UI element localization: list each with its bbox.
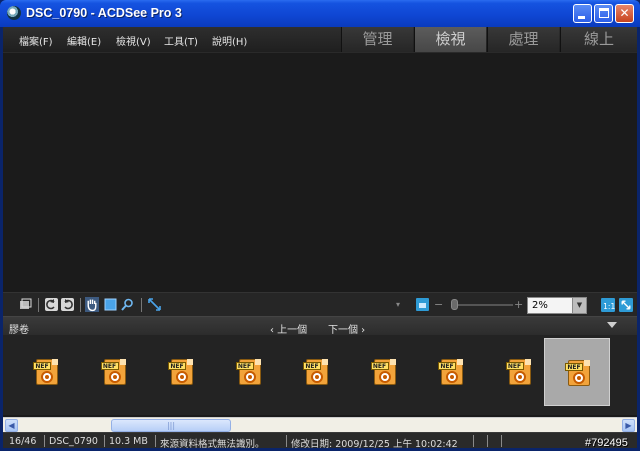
thumbnail-item[interactable]: NEF [351,338,417,406]
nef-file-icon: NEF [168,359,194,387]
file-type-label: NEF [438,362,456,370]
fit-window-icon[interactable] [619,298,633,312]
close-icon: ✕ [619,6,630,20]
app-window: 檔案(F) 編輯(E) 檢視(V) 工具(T) 說明(H) 管理 檢視 處理 線… [3,27,637,450]
actual-size-icon[interactable]: 1:1 [601,298,615,312]
status-divider [473,435,474,447]
zoom-slider-track[interactable] [455,304,513,306]
nef-file-icon: NEF [370,359,397,387]
menu-view[interactable]: 檢視(V) [116,33,151,48]
nef-file-icon: NEF [505,359,532,387]
triangle-down-icon[interactable] [607,322,617,328]
minimize-icon [578,16,585,19]
watermark-text: #792495 [585,437,628,449]
zoom-out-button[interactable]: − [434,298,443,311]
filmstrip-scrollbar[interactable]: ◀ ||| ▶ [3,417,637,432]
menu-bar: 檔案(F) 編輯(E) 檢視(V) 工具(T) 說明(H) 管理 檢視 處理 線… [3,27,637,52]
image-viewer[interactable] [3,52,637,292]
zoom-tool-icon[interactable] [121,298,134,311]
file-type-label: NEF [303,362,321,370]
status-position: 16/46 [9,436,37,447]
zoom-slider-handle[interactable] [451,299,458,310]
thumbnail-item[interactable]: NEF [544,338,610,406]
menu-help[interactable]: 說明(H) [212,33,247,48]
nef-file-icon: NEF [33,359,59,387]
maximize-icon [599,8,609,18]
toolbar-divider [80,298,81,312]
scroll-left-button[interactable]: ◀ [5,419,18,432]
file-type-label: NEF [100,362,119,370]
window-titlebar: DSC_0790 - ACDSee Pro 3 ✕ [0,0,640,27]
tab-manage[interactable]: 管理 [341,27,413,52]
close-button[interactable]: ✕ [615,4,634,23]
select-tool-icon[interactable] [104,298,117,311]
filmstrip-view-icon[interactable] [19,298,32,311]
zoom-level-value: 2% [532,300,548,311]
thumbnail-item[interactable]: NEF [216,338,282,406]
status-divider [155,435,156,447]
status-filename: DSC_0790 [49,436,98,447]
file-type-label: NEF [505,362,524,370]
tab-process[interactable]: 處理 [487,27,559,52]
thumbnail-item[interactable]: NEF [81,338,147,406]
filmstrip-thumbnails: NEF NEF NEF NEF NEF NEF NEF NEF NEF [3,335,637,415]
file-type-label: NEF [370,362,389,370]
status-divider [44,435,45,447]
thumbnail-item[interactable]: NEF [148,338,214,406]
more-options-arrow[interactable]: ▾ [396,300,400,309]
status-message: 來源資料格式無法識別。 [160,439,265,450]
zoom-lock-icon[interactable] [416,298,429,311]
toolbar-divider [38,298,39,312]
window-title: DSC_0790 - ACDSee Pro 3 [26,6,182,20]
fit-icon[interactable] [148,298,161,311]
filmstrip-title: 膠卷 [9,325,29,336]
next-button[interactable]: 下一個 › [328,321,365,336]
status-modified-date: 修改日期: 2009/12/25 上午 10:02:42 [291,439,458,450]
acdsee-app-icon[interactable] [7,6,21,20]
scroll-right-button[interactable]: ▶ [622,419,635,432]
tab-online[interactable]: 線上 [560,27,637,52]
file-type-label: NEF [168,362,186,370]
rotate-right-icon[interactable] [61,298,74,311]
menu-tools[interactable]: 工具(T) [164,33,198,48]
nef-file-icon: NEF [303,359,329,387]
zoom-dropdown-button[interactable]: ▼ [572,298,586,313]
thumbnail-item[interactable]: NEF [486,338,552,406]
previous-button[interactable]: ‹ 上一個 [270,321,307,336]
filmstrip-header: 膠卷 ‹ 上一個 下一個 › [3,316,637,336]
hand-tool-icon[interactable] [85,297,99,312]
svg-text:1:1: 1:1 [603,302,615,311]
scrollbar-thumb[interactable]: ||| [111,419,231,432]
zoom-in-button[interactable]: + [514,298,523,311]
status-divider [104,435,105,447]
toolbar-divider [141,298,142,312]
menu-file[interactable]: 檔案(F) [19,33,53,48]
file-type-label: NEF [565,363,583,371]
nef-file-icon: NEF [438,359,464,387]
status-divider [501,435,502,447]
tab-view[interactable]: 檢視 [414,27,486,52]
status-bar: 16/46 DSC_0790 10.3 MB 來源資料格式無法識別。 修改日期:… [3,432,637,450]
thumbnail-item[interactable]: NEF [418,338,484,406]
thumbnail-item[interactable]: NEF [283,338,349,406]
maximize-button[interactable] [594,4,613,23]
nef-file-icon: NEF [565,360,591,388]
file-type-label: NEF [33,362,51,370]
status-divider [487,435,488,447]
view-toolbar: ▾ − + 2% ▼ 1:1 [3,292,637,316]
nef-file-icon: NEF [235,359,262,387]
thumbnail-item[interactable]: NEF [13,338,79,406]
file-type-label: NEF [235,362,254,370]
status-filesize: 10.3 MB [109,436,148,447]
nef-file-icon: NEF [100,359,127,387]
minimize-button[interactable] [573,4,592,23]
rotate-left-icon[interactable] [45,298,58,311]
zoom-level-select[interactable]: 2% ▼ [527,297,587,314]
menu-edit[interactable]: 編輯(E) [67,33,101,48]
status-divider [286,435,287,447]
